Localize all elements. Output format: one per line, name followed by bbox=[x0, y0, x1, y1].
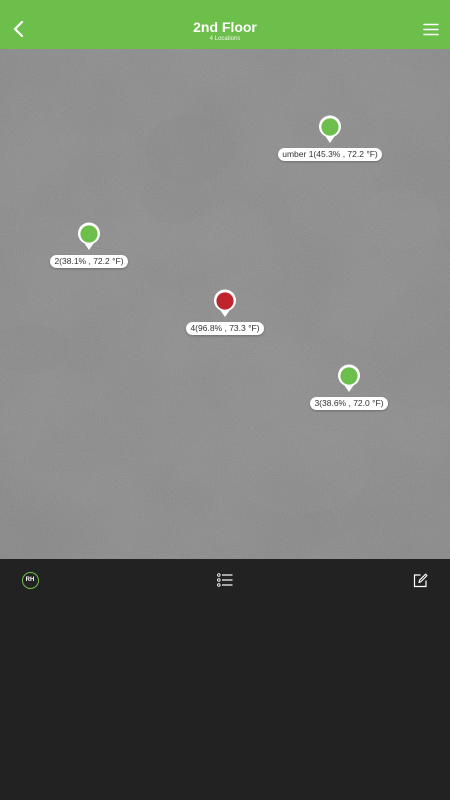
location-pin-icon[interactable] bbox=[336, 363, 362, 393]
location-pin-icon[interactable] bbox=[317, 114, 343, 144]
bottom-panel bbox=[0, 601, 450, 800]
edit-button[interactable] bbox=[409, 569, 431, 591]
rh-label: RH bbox=[25, 577, 35, 583]
bottom-toolbar: RH bbox=[0, 559, 450, 601]
edit-icon bbox=[413, 573, 428, 587]
list-view-button[interactable] bbox=[214, 569, 236, 591]
location-marker-1[interactable]: umber 1(45.3% , 72.2 °F) bbox=[240, 114, 420, 162]
floor-map[interactable]: umber 1(45.3% , 72.2 °F) 2(38.1% , 72.2 … bbox=[0, 49, 450, 559]
page-title: 2nd Floor bbox=[193, 19, 257, 35]
app-root: 2nd Floor 4 Locations umber 1(45.3% , 72… bbox=[0, 0, 450, 800]
header-bar: 2nd Floor 4 Locations bbox=[0, 0, 450, 49]
rh-badge-icon: RH bbox=[21, 571, 39, 589]
menu-button[interactable] bbox=[420, 19, 442, 39]
location-marker-3[interactable]: 3(38.6% , 72.0 °F) bbox=[259, 363, 439, 411]
location-marker-2[interactable]: 2(38.1% , 72.2 °F) bbox=[0, 221, 179, 269]
location-label: 3(38.6% , 72.0 °F) bbox=[310, 397, 388, 410]
rh-mode-button[interactable]: RH bbox=[19, 569, 41, 591]
title-group: 2nd Floor 4 Locations bbox=[100, 20, 350, 43]
chevron-left-icon bbox=[13, 21, 24, 37]
location-pin-alert-icon[interactable] bbox=[212, 288, 238, 318]
location-label: umber 1(45.3% , 72.2 °F) bbox=[278, 148, 382, 161]
location-pin-icon[interactable] bbox=[76, 221, 102, 251]
location-label: 2(38.1% , 72.2 °F) bbox=[50, 255, 128, 268]
location-label: 4(96.8% , 73.3 °F) bbox=[186, 322, 264, 335]
list-icon bbox=[217, 573, 233, 587]
location-marker-4[interactable]: 4(96.8% , 73.3 °F) bbox=[135, 288, 315, 336]
page-subtitle: 4 Locations bbox=[209, 36, 241, 42]
hamburger-menu-icon bbox=[423, 23, 439, 35]
back-button[interactable] bbox=[8, 16, 30, 42]
